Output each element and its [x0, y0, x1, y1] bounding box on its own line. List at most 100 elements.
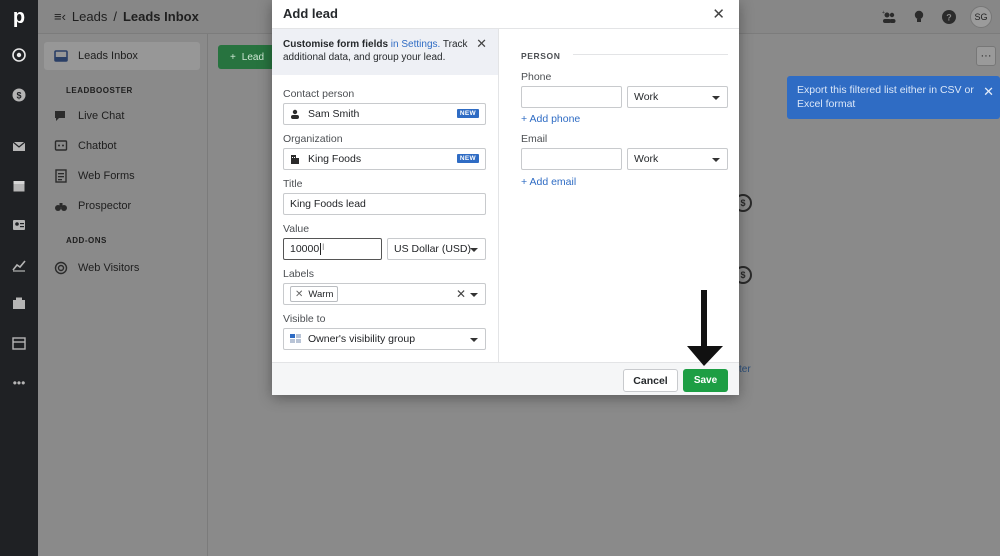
collapse-sidebar-icon[interactable]: ≡‹ — [54, 9, 66, 24]
value-amount-input[interactable]: 10000 I — [283, 238, 382, 260]
binoculars-icon — [55, 203, 67, 211]
chevron-down-icon — [470, 338, 478, 342]
marketplace-icon[interactable] — [0, 328, 38, 358]
sidebar-item-chatbot[interactable]: Chatbot — [44, 132, 200, 160]
close-icon[interactable]: ✕ — [476, 37, 487, 50]
add-lead-button-label: Lead — [241, 51, 265, 63]
more-apps-icon[interactable]: ••• — [0, 368, 38, 398]
lead-details-column: Customise form fields in Settings. Track… — [272, 29, 498, 362]
visible-to-value: Owner's visibility group — [308, 333, 416, 345]
sidebar-item-label: Chatbot — [78, 140, 117, 152]
contacts-icon[interactable] — [0, 210, 38, 240]
calendar-icon[interactable] — [0, 171, 38, 201]
export-tooltip: Export this filtered list either in CSV … — [787, 76, 1000, 119]
sidebar-item-label: Leads Inbox — [78, 50, 138, 62]
clear-icon[interactable]: ✕ — [456, 287, 466, 301]
leads-icon[interactable] — [0, 40, 38, 70]
sidebar-item-prospector[interactable]: Prospector — [44, 192, 200, 220]
organization-label: Organization — [283, 133, 343, 145]
phone-type-value: Work — [634, 91, 659, 103]
remove-chip-icon[interactable]: ✕ — [295, 289, 303, 300]
export-tooltip-text: Export this filtered list either in CSV … — [797, 84, 974, 110]
modal-header: Add lead ✕ — [272, 0, 739, 29]
phone-type-select[interactable]: Work — [627, 86, 728, 108]
chevron-down-icon — [470, 293, 478, 297]
contact-person-label: Contact person — [283, 88, 355, 100]
user-avatar[interactable]: SG — [970, 6, 992, 28]
tips-lightbulb-icon[interactable] — [910, 8, 928, 26]
close-icon[interactable]: ✕ — [712, 5, 725, 23]
building-icon — [290, 153, 302, 165]
label-chip[interactable]: ✕ Warm — [290, 286, 339, 302]
breadcrumb-current: Leads Inbox — [122, 9, 199, 24]
currency-select[interactable]: US Dollar (USD) — [387, 238, 486, 260]
leads-sidebar: Leads Inbox LEADBOOSTER Live Chat Chatbo… — [38, 34, 208, 556]
inbox-icon — [54, 50, 68, 62]
sidebar-item-live-chat[interactable]: Live Chat — [44, 102, 200, 130]
breadcrumb: ≡‹ Leads / Leads Inbox — [54, 9, 199, 24]
svg-text:?: ? — [946, 13, 952, 23]
banner-bold-text: Customise form fields — [283, 39, 389, 50]
deals-icon[interactable]: $ — [0, 80, 38, 110]
pipedrive-logo[interactable]: p — [0, 0, 38, 34]
modal-title: Add lead — [283, 6, 338, 21]
visible-to-label: Visible to — [283, 313, 326, 325]
title-input[interactable]: King Foods lead — [283, 193, 486, 215]
svg-text:$: $ — [16, 91, 21, 101]
phone-label: Phone — [521, 71, 552, 83]
chat-icon — [55, 111, 65, 121]
modal-footer: Cancel Save — [272, 362, 739, 395]
add-email-link[interactable]: + Add email — [521, 176, 576, 188]
save-button[interactable]: Save — [683, 369, 728, 392]
add-phone-link[interactable]: + Add phone — [521, 113, 580, 125]
icon-rail: p $ ••• — [0, 0, 38, 556]
section-divider — [573, 54, 728, 55]
contact-person-value: Sam Smith — [308, 108, 360, 120]
sidebar-item-label: Prospector — [78, 200, 132, 212]
breadcrumb-separator: / — [113, 9, 117, 24]
add-lead-button[interactable]: + Lead — [218, 45, 276, 69]
breadcrumb-parent[interactable]: Leads — [72, 9, 107, 24]
chatbot-icon — [54, 140, 68, 151]
label-chip-text: Warm — [308, 288, 334, 300]
cancel-button[interactable]: Cancel — [623, 369, 678, 392]
email-label: Email — [521, 133, 548, 145]
organization-field[interactable]: King Foods NEW — [283, 148, 486, 170]
email-type-select[interactable]: Work — [627, 148, 728, 170]
chevron-down-icon — [712, 96, 720, 100]
person-icon — [290, 108, 302, 120]
value-label: Value — [283, 223, 310, 235]
visible-to-select[interactable]: Owner's visibility group — [283, 328, 486, 350]
value-amount: 10000 — [290, 243, 320, 255]
more-actions-button[interactable]: ··· — [976, 46, 996, 66]
contact-person-field[interactable]: Sam Smith NEW — [283, 103, 486, 125]
ibeam-cursor-icon: I — [322, 242, 325, 252]
web-visitors-icon — [54, 261, 68, 275]
products-icon[interactable] — [0, 288, 38, 318]
arrow-down-icon — [687, 290, 723, 366]
labels-select[interactable]: ✕ Warm ✕ — [283, 283, 486, 305]
email-type-value: Work — [634, 153, 659, 165]
sidebar-item-label: Live Chat — [78, 110, 125, 122]
sidebar-item-label: Web Visitors — [78, 262, 140, 274]
help-icon[interactable]: ? — [940, 8, 958, 26]
settings-link[interactable]: in Settings. — [388, 39, 441, 50]
sidebar-item-web-forms[interactable]: Web Forms — [44, 162, 200, 190]
insights-icon[interactable] — [0, 250, 38, 280]
email-input[interactable] — [521, 148, 622, 170]
person-section-title: PERSON — [521, 51, 561, 61]
new-badge: NEW — [456, 109, 479, 118]
top-bar-icons: + ? SG — [880, 6, 992, 28]
sidebar-item-web-visitors[interactable]: Web Visitors — [44, 254, 200, 282]
close-icon[interactable]: ✕ — [983, 85, 994, 99]
mail-icon[interactable] — [0, 131, 38, 161]
add-users-icon[interactable]: + — [880, 8, 898, 26]
phone-input[interactable] — [521, 86, 622, 108]
plus-icon: + — [229, 51, 236, 63]
web-forms-icon — [55, 169, 67, 183]
sidebar-item-label: Web Forms — [78, 170, 135, 182]
sidebar-item-leads-inbox[interactable]: Leads Inbox — [44, 42, 200, 70]
chevron-down-icon — [712, 158, 720, 162]
visibility-group-icon — [290, 333, 302, 345]
customise-fields-banner: Customise form fields in Settings. Track… — [272, 29, 498, 75]
